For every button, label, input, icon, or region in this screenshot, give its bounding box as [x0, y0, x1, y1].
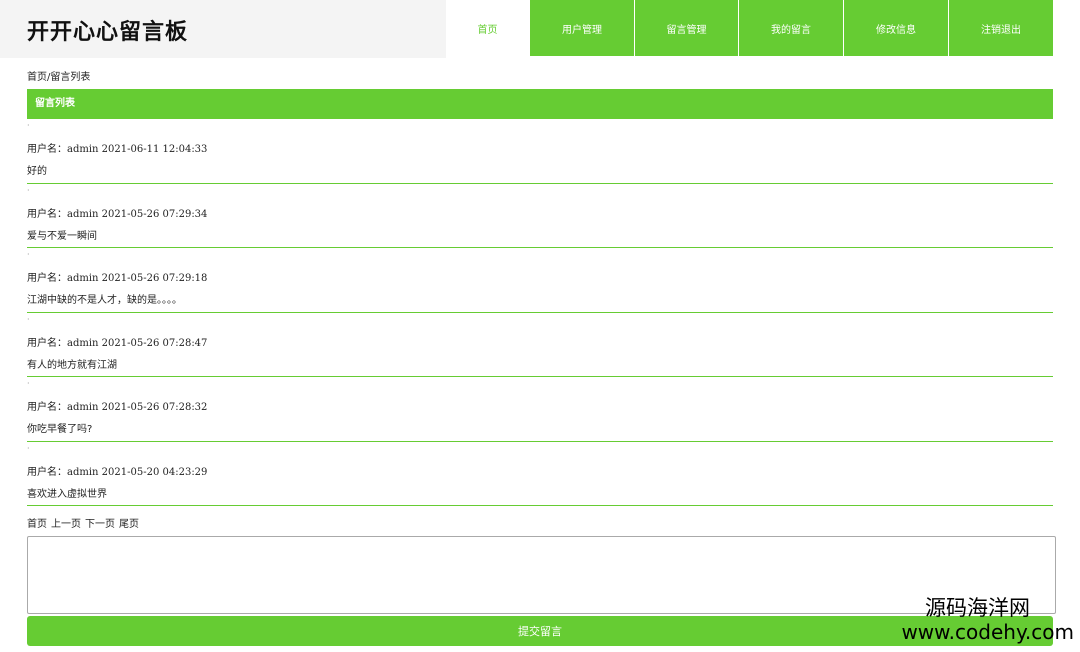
nav-item-message-management[interactable]: 留言管理 [635, 0, 739, 56]
list-item: · 用户名：admin 2021-05-26 07:28:47 有人的地方就有江… [27, 313, 1053, 377]
bullet-dot: · [27, 379, 30, 388]
bullet-dot: · [27, 443, 30, 453]
watermark: 源码海洋网 www.codehy.com [901, 596, 1074, 644]
message-content: 你吃早餐了吗? [27, 424, 93, 435]
nav-item-user-management[interactable]: 用户管理 [530, 0, 635, 56]
message-meta: 用户名：admin 2021-05-26 07:28:32 [27, 402, 208, 413]
pager-first-link[interactable]: 首页 [27, 515, 47, 530]
message-content: 喜欢进入虚拟世界 [27, 488, 107, 500]
list-item: · 用户名：admin 2021-05-26 07:28:32 你吃早餐了吗? [27, 377, 1053, 442]
bullet-dot: · [27, 314, 30, 324]
watermark-cn-text: 源码海洋网 [925, 596, 1030, 620]
pager-last-link[interactable]: 尾页 [119, 515, 139, 530]
bullet-dot: · [27, 121, 30, 130]
message-content: 江湖中缺的不是人才，缺的是。。。。 [27, 295, 182, 306]
message-meta: 用户名：admin 2021-05-20 04:23:29 [27, 466, 208, 478]
pager-prev-link[interactable]: 上一页 [51, 515, 81, 530]
message-content: 有人的地方就有江湖 [27, 359, 117, 371]
section-title-bar: 留言列表 [27, 89, 1053, 119]
message-meta: 用户名：admin 2021-06-11 12:04:33 [27, 144, 208, 155]
message-meta: 用户名：admin 2021-05-26 07:29:34 [27, 208, 208, 220]
watermark-url-text: www.codehy.com [901, 620, 1074, 644]
pager-next-link[interactable]: 下一页 [85, 515, 115, 530]
submit-message-button[interactable]: 提交留言 [27, 616, 1053, 646]
nav-item-my-messages[interactable]: 我的留言 [739, 0, 844, 56]
bullet-dot: · [27, 250, 30, 259]
site-title: 开开心心留言板 [27, 20, 189, 45]
bullet-dot: · [27, 185, 30, 195]
list-item: · 用户名：admin 2021-05-26 07:29:34 爱与不爱一瞬间 [27, 184, 1053, 248]
site-title-area: 开开心心留言板 [0, 0, 446, 58]
list-item: · 用户名：admin 2021-05-26 07:29:18 江湖中缺的不是人… [27, 248, 1053, 313]
message-content: 好的 [27, 166, 47, 177]
breadcrumb: 首页/留言列表 [27, 72, 91, 83]
header: 开开心心留言板 首页 用户管理 留言管理 我的留言 修改信息 注销退出 [0, 0, 1080, 58]
message-meta: 用户名：admin 2021-05-26 07:29:18 [27, 273, 208, 284]
nav-item-edit-info[interactable]: 修改信息 [844, 0, 949, 56]
message-list: · 用户名：admin 2021-06-11 12:04:33 好的 · 用户名… [27, 119, 1053, 506]
nav-item-home[interactable]: 首页 [446, 0, 530, 56]
top-nav: 首页 用户管理 留言管理 我的留言 修改信息 注销退出 [446, 0, 1053, 56]
list-item: · 用户名：admin 2021-05-20 04:23:29 喜欢进入虚拟世界 [27, 442, 1053, 506]
list-item: · 用户名：admin 2021-06-11 12:04:33 好的 [27, 119, 1053, 184]
nav-item-logout[interactable]: 注销退出 [949, 0, 1053, 56]
message-content: 爱与不爱一瞬间 [27, 230, 97, 242]
message-meta: 用户名：admin 2021-05-26 07:28:47 [27, 337, 208, 349]
pagination: 首页 上一页 下一页 尾页 [27, 515, 139, 530]
